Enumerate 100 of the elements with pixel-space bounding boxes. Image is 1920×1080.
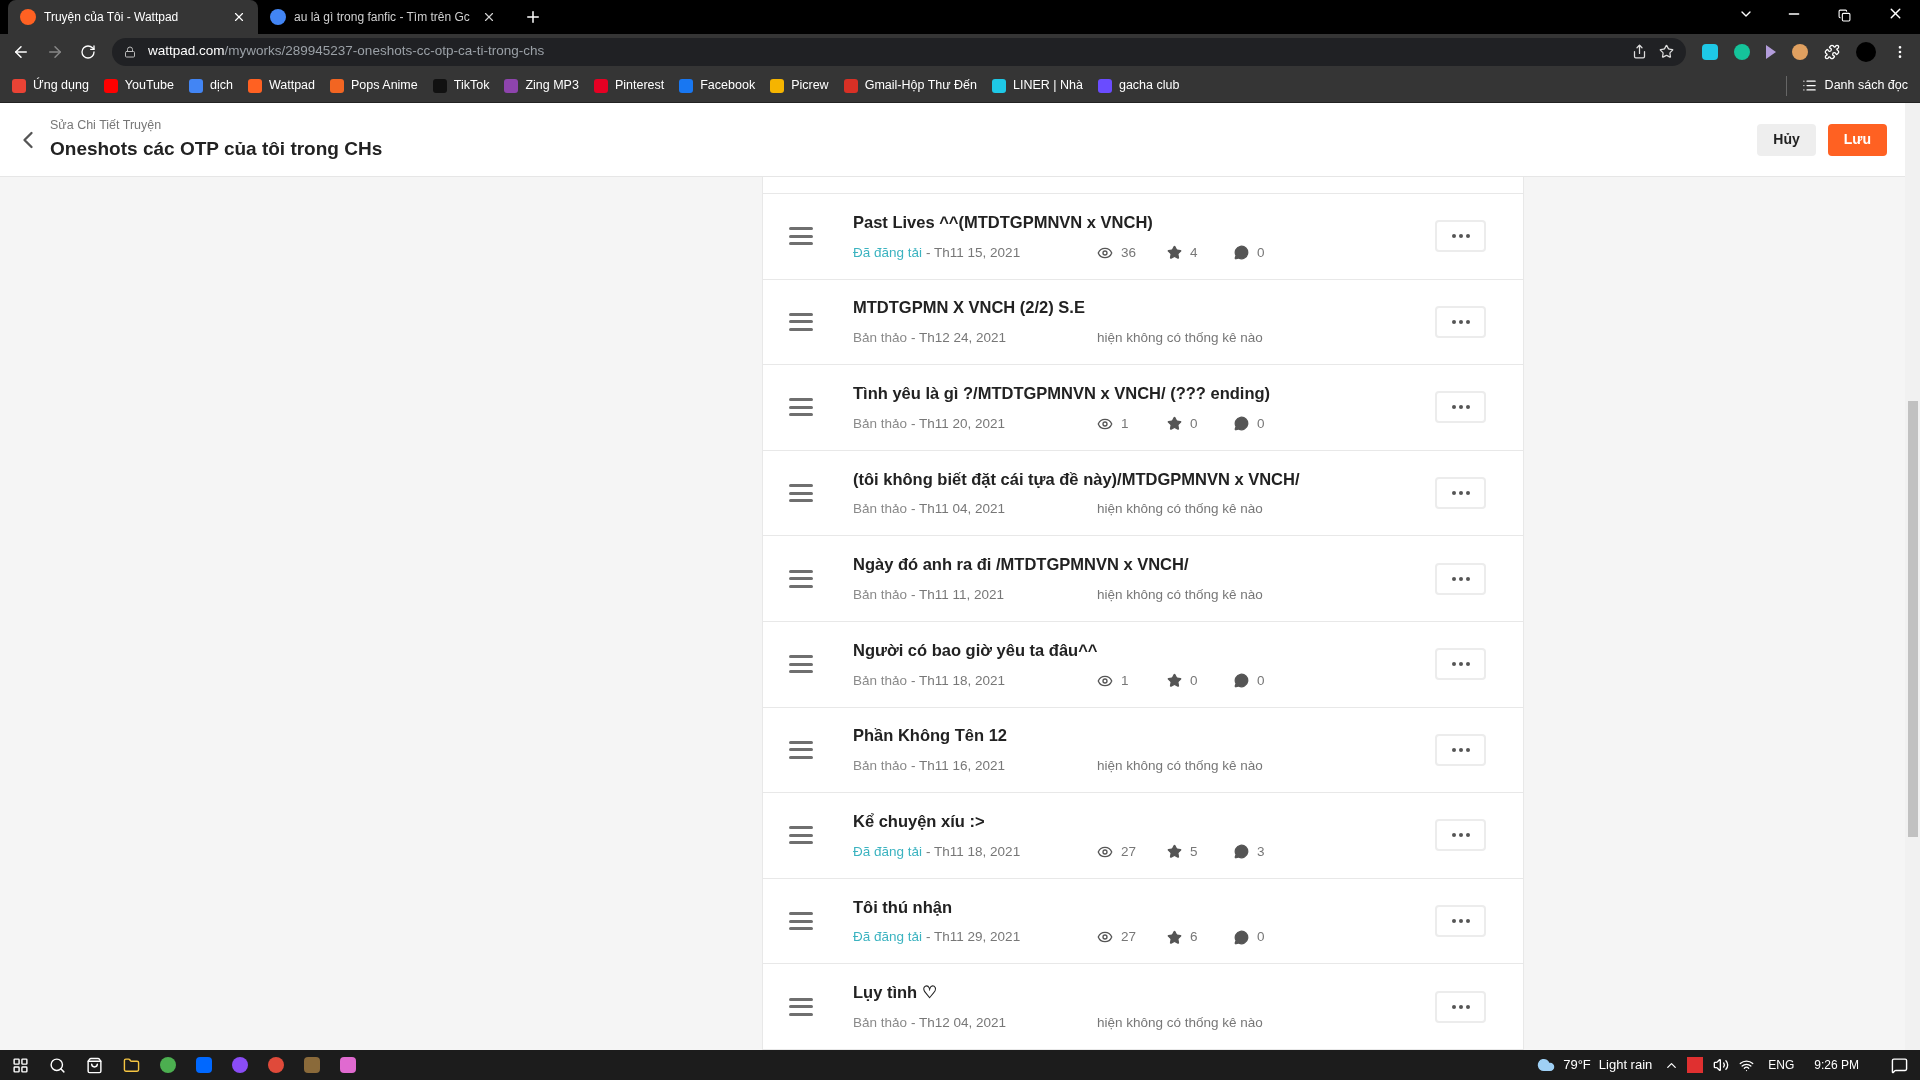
store-icon[interactable] (86, 1056, 103, 1074)
close-icon[interactable] (232, 10, 246, 24)
antivirus-tray-icon[interactable] (1687, 1057, 1704, 1073)
more-options-button[interactable] (1435, 391, 1486, 424)
part-title: MTDTGPMN X VNCH (2/2) S.E (853, 297, 1086, 319)
comments-count: 3 (1257, 842, 1265, 861)
more-icon (1451, 662, 1470, 667)
scrollbar[interactable] (1905, 103, 1920, 1050)
bookmark[interactable]: Zing MP3 (504, 76, 579, 95)
bookmark[interactable]: YouTube (103, 76, 174, 95)
part-title: Lụy tình ♡ (853, 982, 938, 1004)
votes-count: 5 (1190, 842, 1199, 861)
notifications-icon[interactable] (1891, 1056, 1908, 1074)
part-date: - Th11 11, 2021 (911, 585, 1005, 604)
game-app-icon[interactable] (340, 1057, 356, 1073)
restore-icon[interactable] (1838, 9, 1851, 22)
browser-tab[interactable]: Truyện của Tôi - Wattpad (8, 0, 258, 34)
drag-handle-icon[interactable] (789, 740, 813, 759)
extension-icon[interactable] (1734, 43, 1750, 60)
windows-start-icon[interactable] (12, 1056, 29, 1074)
chat-app-icon[interactable] (196, 1057, 212, 1073)
part-date: - Th11 15, 2021 (926, 243, 1021, 262)
share-icon[interactable] (1632, 44, 1647, 59)
star-icon (1167, 673, 1182, 689)
close-icon[interactable] (482, 10, 496, 24)
more-icon (1451, 747, 1470, 752)
comments-count: 0 (1257, 414, 1265, 433)
more-options-button[interactable] (1435, 819, 1486, 852)
browser-app-icon[interactable] (268, 1057, 284, 1073)
extension-icon[interactable] (1702, 43, 1718, 60)
bookmark[interactable]: gacha club (1097, 76, 1180, 95)
bookmark[interactable]: Facebook (679, 76, 756, 95)
game-app-icon[interactable] (304, 1057, 320, 1073)
star-icon (1167, 929, 1182, 945)
drag-handle-icon[interactable] (789, 484, 813, 503)
more-options-button[interactable] (1435, 562, 1486, 595)
views-count: 36 (1121, 243, 1138, 262)
favicon-icon (270, 9, 286, 25)
new-tab-icon[interactable] (524, 8, 542, 26)
messenger-app-icon[interactable] (232, 1057, 248, 1073)
tab-title: au là gì trong fanfic - Tìm trên Gc (294, 9, 471, 26)
comments-count: 0 (1257, 243, 1265, 262)
extension-icon[interactable] (1792, 43, 1808, 60)
browser-tab[interactable]: au là gì trong fanfic - Tìm trên Gc (258, 0, 508, 34)
bookmark[interactable]: dịch (189, 76, 233, 95)
clock[interactable]: 9:26 PM (1814, 1056, 1859, 1074)
bookmark[interactable]: Pops Anime (330, 76, 418, 95)
part-title: Ngày đó anh ra đi /MTDTGPMNVN x VNCH/ (853, 554, 1190, 576)
more-options-button[interactable] (1435, 905, 1486, 938)
bookmark[interactable]: Picrew (770, 76, 829, 95)
bookmark[interactable]: LINER | Nhà (992, 76, 1083, 95)
cancel-button[interactable]: Hủy (1757, 123, 1816, 156)
more-options-button[interactable] (1435, 220, 1486, 253)
extension-icon[interactable] (1766, 44, 1776, 59)
bookmark[interactable]: TikTok (432, 76, 490, 95)
extensions-icon[interactable] (1824, 43, 1840, 60)
part-status: Bản thảo (853, 414, 908, 433)
no-stats-text: hiện không có thống kê nào (1097, 500, 1263, 519)
drag-handle-icon[interactable] (789, 826, 813, 845)
drag-handle-icon[interactable] (789, 655, 813, 674)
part-status: Bản thảo (853, 671, 908, 690)
drag-handle-icon[interactable] (789, 312, 813, 331)
drag-handle-icon[interactable] (789, 997, 813, 1016)
search-icon[interactable] (49, 1056, 66, 1074)
part-date: - Th11 29, 2021 (926, 928, 1021, 947)
part-status: Bản thảo (853, 329, 908, 348)
part-status: Bản thảo (853, 500, 908, 519)
more-options-button[interactable] (1435, 990, 1486, 1023)
language-indicator[interactable]: ENG (1768, 1056, 1795, 1074)
reload-icon[interactable] (80, 43, 96, 60)
more-options-button[interactable] (1435, 648, 1486, 681)
bookmark[interactable]: Ứng dụng (12, 76, 89, 95)
scrollbar-thumb[interactable] (1907, 401, 1918, 837)
part-date: - Th11 04, 2021 (911, 500, 1006, 519)
bookmark[interactable]: Wattpad (247, 76, 315, 95)
reading-list[interactable]: Danh sách đọc (1801, 76, 1908, 95)
no-stats-text: hiện không có thống kê nào (1097, 757, 1263, 776)
more-options-button[interactable] (1435, 733, 1486, 766)
part-date: - Th11 20, 2021 (911, 414, 1006, 433)
votes-count: 0 (1190, 671, 1199, 690)
more-options-button[interactable] (1435, 305, 1486, 338)
more-options-button[interactable] (1435, 477, 1486, 510)
bookmark-star-icon[interactable] (1659, 44, 1674, 59)
part-status: Bản thảo (853, 757, 908, 776)
part-date: - Th12 24, 2021 (911, 329, 1007, 348)
comment-icon (1234, 245, 1249, 261)
bookmark[interactable]: Gmail-Hộp Thư Đến (843, 76, 977, 95)
folder-icon[interactable] (123, 1056, 140, 1074)
drag-handle-icon[interactable] (789, 569, 813, 588)
drag-handle-icon[interactable] (789, 912, 813, 931)
drag-handle-icon[interactable] (789, 398, 813, 417)
votes-count: 6 (1190, 928, 1199, 947)
browser-app-icon[interactable] (160, 1057, 176, 1073)
address-bar[interactable]: wattpad.com/myworks/289945237-oneshots-cc-otp-ca-ti-trong-chs (112, 37, 1686, 66)
bookmark[interactable]: Pinterest (593, 76, 665, 95)
views-count: 1 (1121, 414, 1130, 433)
temperature: 79°F (1563, 1056, 1591, 1075)
drag-handle-icon[interactable] (789, 227, 813, 246)
volume-icon[interactable] (1713, 1057, 1730, 1073)
network-icon[interactable] (1739, 1057, 1755, 1073)
